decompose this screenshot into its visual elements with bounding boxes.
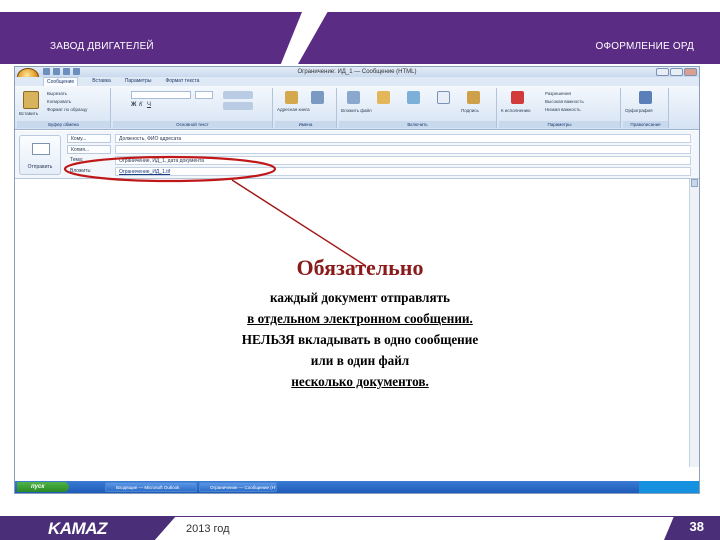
copy-button[interactable]: Копировать	[47, 99, 71, 104]
spelling-icon[interactable]	[639, 91, 652, 104]
windows-taskbar: пуск Входящие — Microsoft Outlook Ограни…	[15, 481, 699, 493]
attachment-link[interactable]: Ограничение_ИД_1.tif	[115, 167, 691, 176]
message-header-fields: Отправить Кому... Должность, ФИО адресат…	[15, 131, 699, 179]
attach-item-icon[interactable]	[377, 91, 390, 104]
tab-message[interactable]: Сообщение	[43, 77, 79, 86]
follow-up-button[interactable]: К исполнению	[501, 108, 530, 113]
ribbon-group-proofing: Орфография Правописание	[623, 88, 669, 128]
vertical-scrollbar[interactable]	[689, 179, 699, 467]
page-number: 38	[689, 519, 704, 534]
follow-up-flag-icon[interactable]	[511, 91, 524, 104]
subject-field[interactable]: Ограничение, ИД_1, дата документа	[115, 156, 691, 165]
to-button[interactable]: Кому...	[67, 134, 111, 143]
cc-button[interactable]: Копия...	[67, 145, 111, 154]
ribbon-group-clipboard: Вставить Вырезать Копировать Формат по о…	[17, 88, 111, 128]
header-left-title: ЗАВОД ДВИГАТЕЛЕЙ	[50, 41, 154, 52]
high-importance-button[interactable]: Высокая важность	[545, 99, 584, 104]
undo-icon[interactable]	[53, 68, 60, 75]
slide: ЗАВОД ДВИГАТЕЛЕЙ ОФОРМЛЕНИЕ ОРД Ограниче…	[0, 0, 720, 540]
redo-icon[interactable]	[63, 68, 70, 75]
paste-button[interactable]: Вставить	[19, 111, 38, 116]
ribbon-group-include: Вложить файл Подпись Включить	[339, 88, 497, 128]
font-name-select[interactable]	[131, 91, 191, 99]
kamaz-logo: KAMAZ	[0, 516, 176, 540]
ribbon-group-label: Параметры	[499, 121, 620, 128]
paste-icon[interactable]	[23, 91, 39, 109]
permissions-button[interactable]: Разрешения	[545, 91, 571, 96]
italic-button[interactable]: К	[139, 102, 143, 108]
signature-icon[interactable]	[467, 91, 480, 104]
cc-row: Копия...	[67, 145, 691, 154]
ribbon-group-label: Имена	[275, 121, 336, 128]
subject-label: Тема:	[70, 157, 84, 163]
callout-body: каждый документ отправлять в отдельном э…	[180, 287, 540, 392]
low-importance-button[interactable]: Низкая важность	[545, 107, 581, 112]
callout-line: или в один файл	[310, 353, 410, 368]
scrollbar-thumb[interactable]	[691, 179, 698, 187]
close-button[interactable]	[684, 68, 697, 76]
business-card-icon[interactable]	[407, 91, 420, 104]
ribbon-group-label: Правописание	[623, 121, 668, 128]
system-tray	[639, 481, 699, 493]
quick-access-toolbar	[43, 68, 89, 76]
tab-insert[interactable]: Вставка	[92, 77, 111, 86]
cc-field[interactable]	[115, 145, 691, 154]
start-button[interactable]: пуск	[17, 482, 69, 492]
font-size-select[interactable]	[195, 91, 213, 99]
signature-button[interactable]: Подпись	[461, 108, 479, 113]
callout-line: в отдельном электронном сообщении.	[247, 311, 473, 326]
arrow-up-icon[interactable]	[73, 68, 80, 75]
header-right-title: ОФОРМЛЕНИЕ ОРД	[595, 41, 694, 52]
footer-year: 2013 год	[186, 523, 230, 535]
callout-line: НЕЛЬЗЯ вкладывать в одно сообщение	[241, 332, 479, 347]
taskbar-item-message[interactable]: Ограничение — Сообщение (HTML)	[199, 482, 277, 492]
header-left-banner: ЗАВОД ДВИГАТЕЛЕЙ	[0, 12, 302, 64]
ribbon-group-options: К исполнению Разрешения Высокая важность…	[499, 88, 621, 128]
envelope-icon	[32, 143, 50, 155]
save-icon[interactable]	[43, 68, 50, 75]
send-button[interactable]: Отправить	[19, 135, 61, 175]
address-book-button[interactable]: Адресная книга	[277, 107, 335, 112]
taskbar-item-outlook[interactable]: Входящие — Microsoft Outlook	[105, 482, 197, 492]
minimize-button[interactable]	[656, 68, 669, 76]
tab-format-text[interactable]: Формат текста	[165, 77, 199, 86]
callout-line: несколько документов.	[291, 374, 429, 389]
footer: KAMAZ 2013 год 38	[0, 496, 720, 540]
ribbon-tabs: Сообщение Вставка Параметры Формат текст…	[15, 77, 699, 86]
underline-button[interactable]: Ч	[147, 102, 151, 108]
cut-button[interactable]: Вырезать	[47, 91, 67, 96]
ribbon-group-label: Буфер обмена	[17, 121, 110, 128]
send-button-label: Отправить	[27, 164, 53, 170]
attach-file-icon[interactable]	[347, 91, 360, 104]
attach-file-button[interactable]: Вложить файл	[341, 108, 372, 113]
format-painter-button[interactable]: Формат по образцу	[47, 107, 87, 112]
calendar-icon[interactable]	[437, 91, 450, 104]
window-titlebar: Ограничение: ИД_1 — Сообщение (HTML)	[15, 67, 699, 77]
address-book-icon[interactable]	[285, 91, 298, 104]
maximize-button[interactable]	[670, 68, 683, 76]
subject-row: Тема: Ограничение, ИД_1, дата документа	[67, 156, 691, 165]
list-icon[interactable]	[223, 91, 253, 99]
tab-options[interactable]: Параметры	[125, 77, 152, 86]
callout-text: Обязательно каждый документ отправлять в…	[180, 255, 540, 392]
callout-line: каждый документ отправлять	[269, 290, 451, 305]
ribbon-group-names: Адресная книга Имена	[275, 88, 337, 128]
to-field[interactable]: Должность, ФИО адресата	[115, 134, 691, 143]
attach-row: Вложить: Ограничение_ИД_1.tif	[67, 167, 691, 176]
header-right-banner: ОФОРМЛЕНИЕ ОРД	[298, 12, 720, 64]
ribbon-group-basic-text: Ж К Ч Основной текст	[113, 88, 273, 128]
ribbon-group-label: Включить	[339, 121, 496, 128]
bold-button[interactable]: Ж	[131, 102, 136, 108]
ribbon-group-label: Основной текст	[113, 121, 272, 128]
ribbon: Вставить Вырезать Копировать Формат по о…	[15, 86, 699, 130]
callout-title: Обязательно	[296, 255, 424, 280]
attach-label: Вложить:	[70, 168, 92, 174]
to-row: Кому... Должность, ФИО адресата	[67, 134, 691, 143]
check-names-icon[interactable]	[311, 91, 324, 104]
spelling-button[interactable]: Орфография	[625, 108, 653, 113]
kamaz-logo-text: KAMAZ	[48, 519, 107, 538]
align-icon[interactable]	[223, 102, 253, 110]
